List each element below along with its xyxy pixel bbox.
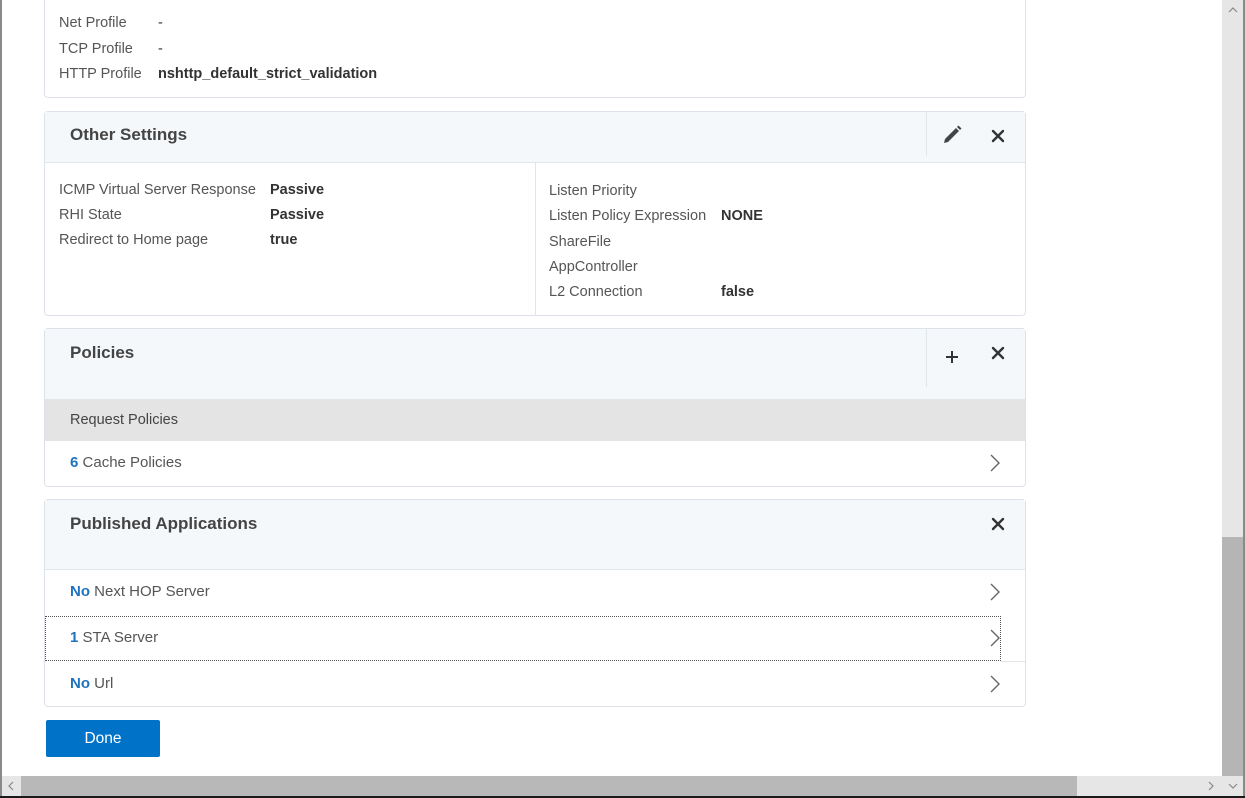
icmp-response-label: ICMP Virtual Server Response	[59, 182, 256, 198]
http-profile-label: HTTP Profile	[59, 66, 142, 82]
published-applications-header: Published Applications	[45, 500, 1025, 570]
vertical-scrollbar-thumb[interactable]	[1222, 537, 1243, 776]
pencil-icon	[944, 125, 962, 143]
column-divider	[535, 163, 536, 315]
policies-header: Policies	[45, 329, 1025, 399]
chevron-right-icon	[990, 583, 1000, 601]
list-item-url[interactable]: No Url	[45, 662, 1025, 707]
rhi-state-value: Passive	[270, 207, 325, 223]
close-published-applications-button[interactable]	[986, 512, 1010, 536]
header-separator	[926, 112, 927, 156]
request-policies-group-header: Request Policies	[45, 399, 1025, 441]
chevron-right-icon	[990, 675, 1000, 693]
appcontroller-label: AppController	[549, 259, 638, 275]
chevron-up-icon	[1228, 7, 1237, 13]
page-viewport: Net Profile - TCP Profile - HTTP Profile…	[2, 0, 1222, 776]
scroll-left-button[interactable]	[2, 776, 20, 796]
sta-server-label: STA Server	[82, 629, 159, 646]
vertical-scrollbar[interactable]	[1222, 0, 1243, 776]
redirect-home-label: Redirect to Home page	[59, 232, 209, 248]
published-applications-title: Published Applications	[70, 514, 258, 533]
close-icon	[991, 517, 1005, 531]
chevron-down-icon	[1228, 783, 1237, 789]
done-button[interactable]: Done	[46, 720, 160, 757]
l2-connection-value: false	[721, 284, 755, 300]
cache-policies-count: 6	[70, 454, 79, 471]
scroll-up-button[interactable]	[1222, 0, 1243, 20]
other-settings-panel: Other Settings ICMP Virtual Server Respo…	[44, 111, 1026, 316]
rhi-state-label: RHI State	[59, 207, 122, 223]
l2-connection-label: L2 Connection	[549, 284, 643, 300]
close-icon	[991, 129, 1005, 143]
tcp-profile-label: TCP Profile	[59, 41, 133, 57]
listen-policy-value: NONE	[721, 208, 763, 224]
profiles-panel: Net Profile - TCP Profile - HTTP Profile…	[44, 0, 1026, 98]
edit-button[interactable]	[940, 123, 964, 147]
list-item-next-hop-server[interactable]: No Next HOP Server	[45, 570, 1025, 615]
redirect-home-value: true	[270, 232, 298, 248]
net-profile-value: -	[158, 15, 163, 31]
sharefile-label: ShareFile	[549, 234, 612, 250]
request-policies-label: Request Policies	[70, 412, 178, 428]
policies-panel: Policies Request Policies 6 Cache Polici…	[44, 328, 1026, 487]
net-profile-label: Net Profile	[59, 15, 127, 31]
policies-title: Policies	[70, 343, 135, 362]
plus-icon	[946, 351, 958, 363]
other-settings-title: Other Settings	[70, 125, 188, 144]
url-label: Url	[94, 675, 114, 692]
header-separator	[926, 329, 927, 387]
tcp-profile-value: -	[158, 41, 163, 57]
list-item-cache-policies[interactable]: 6 Cache Policies	[45, 441, 1025, 486]
close-other-settings-button[interactable]	[986, 124, 1010, 148]
icmp-response-value: Passive	[270, 182, 325, 198]
close-policies-button[interactable]	[986, 341, 1010, 365]
scroll-down-button[interactable]	[1222, 776, 1243, 796]
chevron-left-icon	[8, 781, 14, 791]
next-hop-server-count: No	[70, 583, 90, 600]
listen-priority-label: Listen Priority	[549, 183, 637, 199]
horizontal-scrollbar-thumb[interactable]	[21, 776, 1077, 796]
chevron-right-icon	[990, 454, 1000, 472]
close-icon	[991, 346, 1005, 360]
http-profile-value: nshttp_default_strict_validation	[158, 66, 378, 82]
published-applications-panel: Published Applications No Next HOP Serve…	[44, 499, 1026, 707]
chevron-right-icon	[1208, 781, 1214, 791]
chevron-right-icon	[990, 629, 1000, 647]
horizontal-scrollbar[interactable]	[2, 776, 1222, 796]
list-item-sta-server[interactable]: 1 STA Server	[45, 616, 1001, 661]
scroll-right-button[interactable]	[1202, 776, 1220, 796]
sta-server-count: 1	[70, 629, 79, 646]
add-policy-button[interactable]	[940, 345, 964, 369]
listen-policy-label: Listen Policy Expression	[549, 208, 707, 224]
url-count: No	[70, 675, 90, 692]
next-hop-server-label: Next HOP Server	[94, 583, 210, 600]
other-settings-header: Other Settings	[45, 112, 1025, 163]
cache-policies-label: Cache Policies	[82, 454, 182, 471]
